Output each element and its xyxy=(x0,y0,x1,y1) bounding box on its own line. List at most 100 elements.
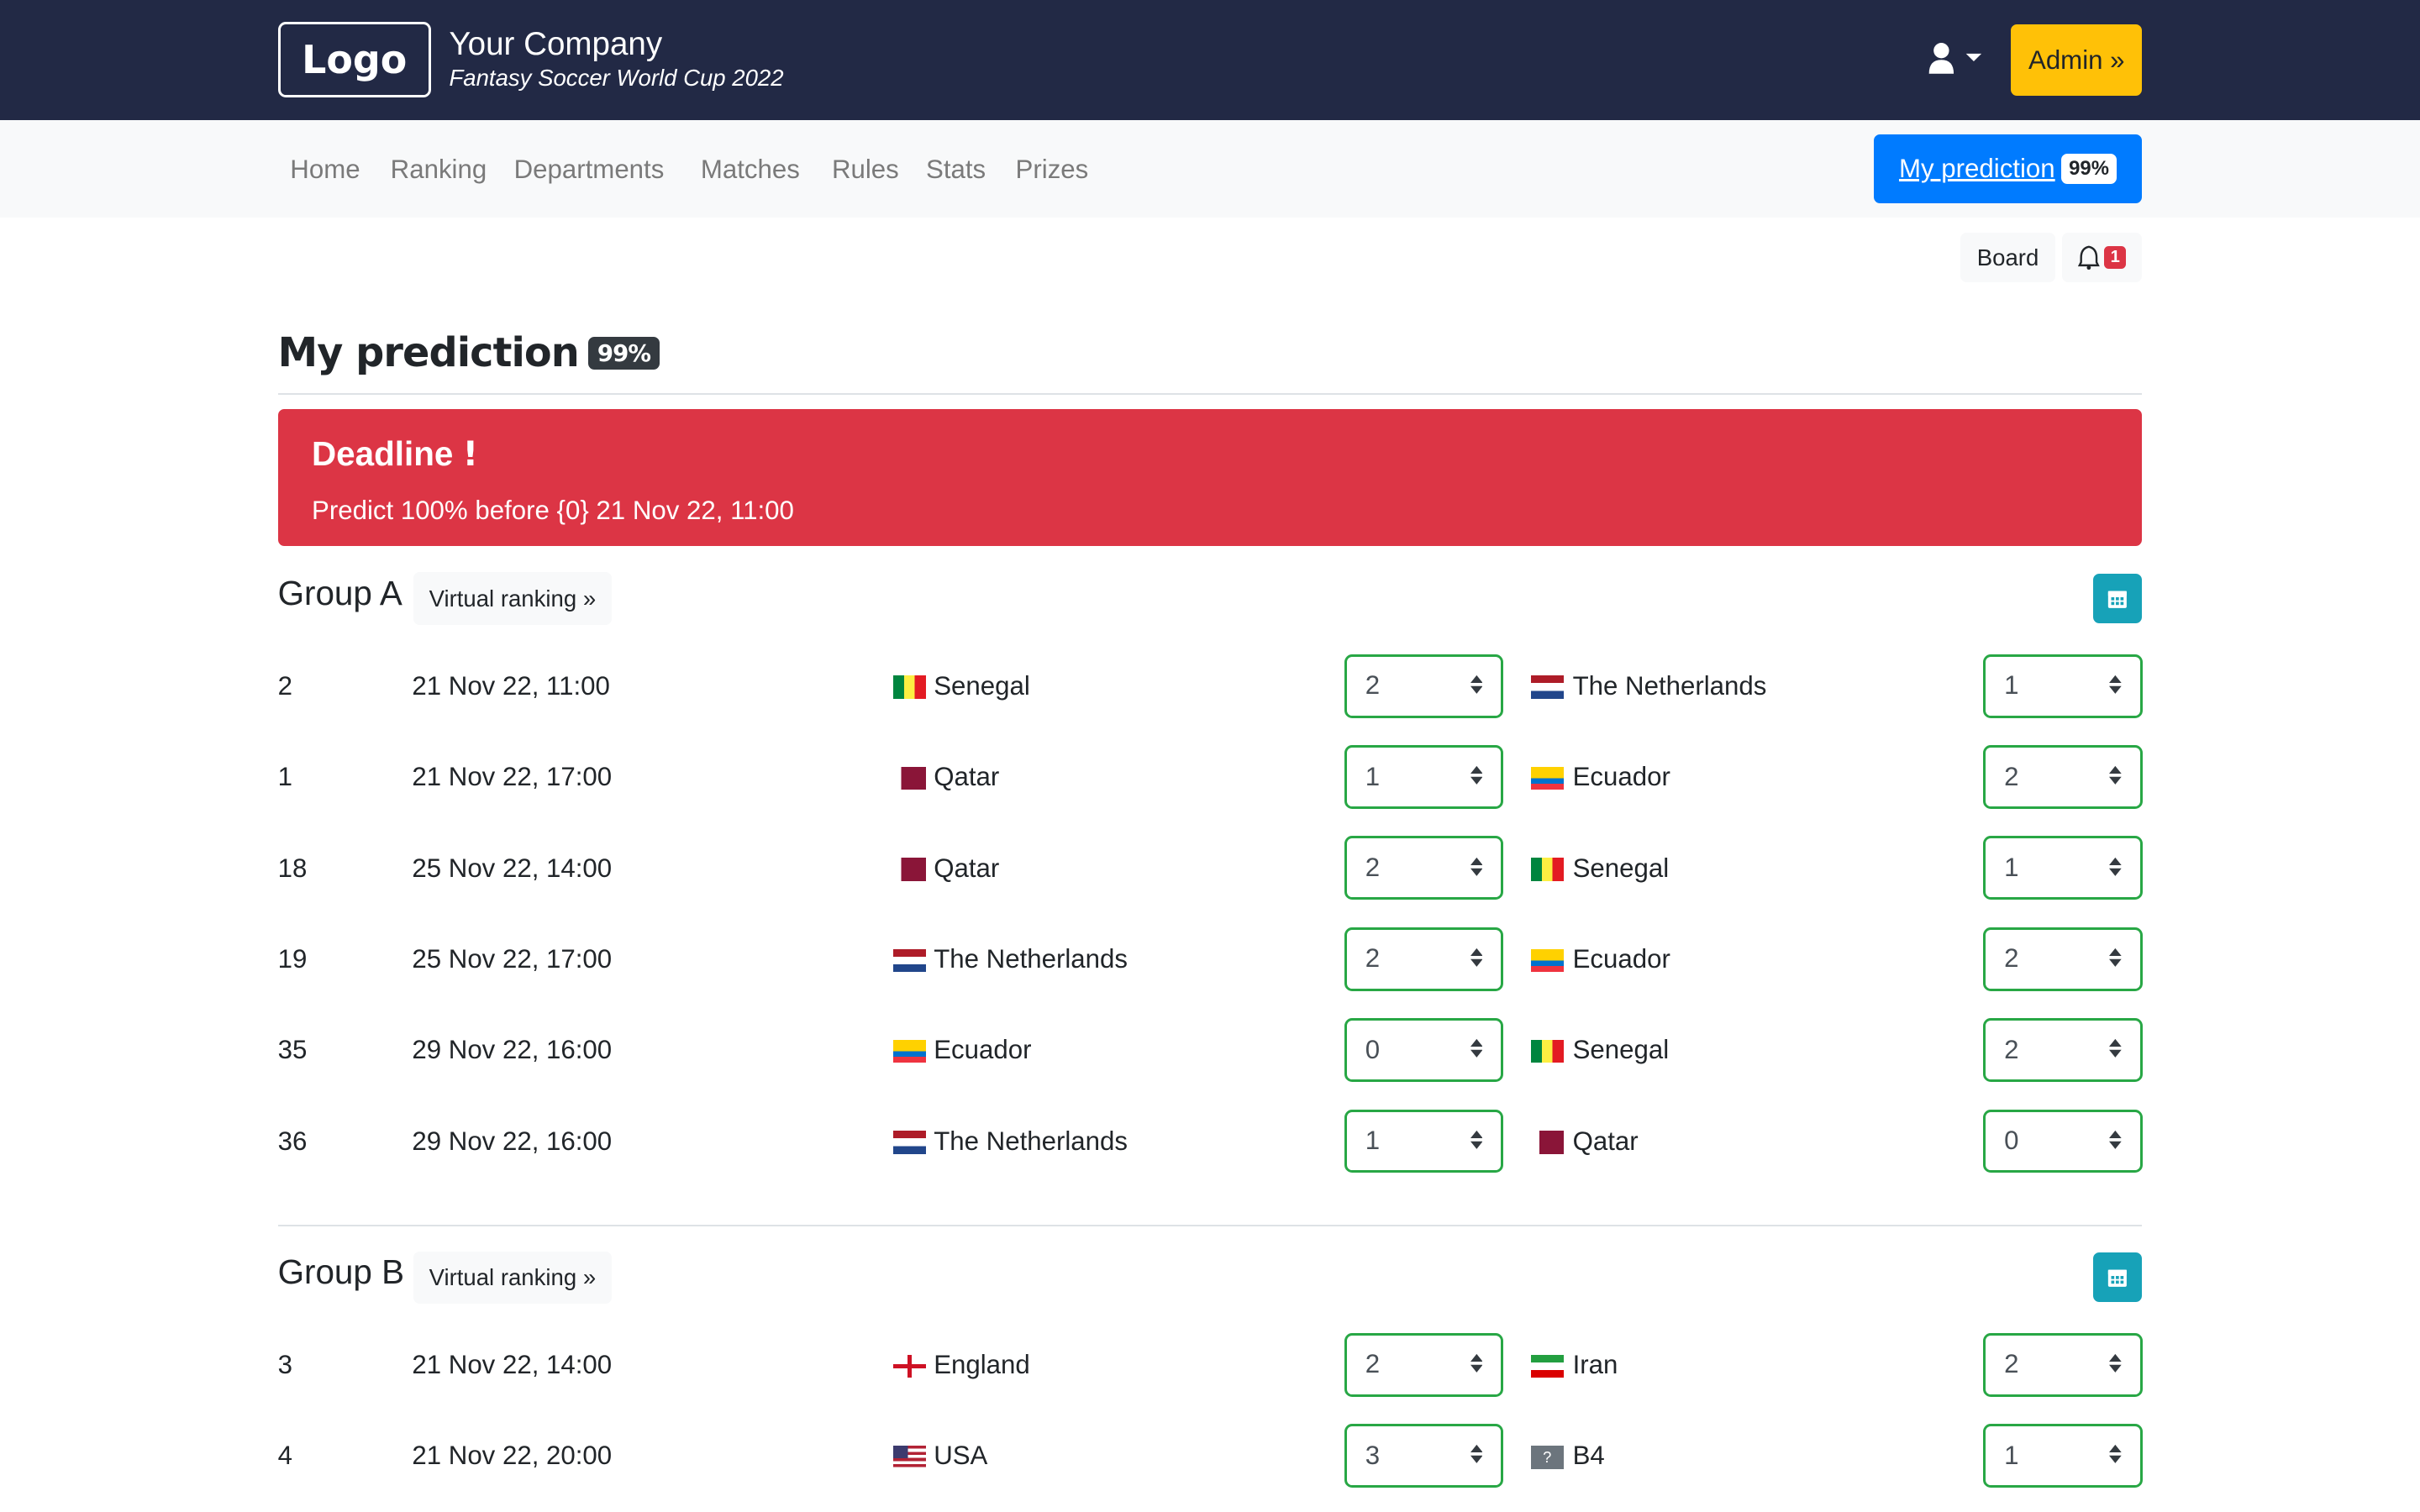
away-score-select[interactable]: 1 xyxy=(1983,836,2143,900)
match-number: 3 xyxy=(277,1350,292,1380)
flag-qat-icon xyxy=(893,766,926,790)
match-date: 25 Nov 22, 14:00 xyxy=(412,853,613,883)
match-date: 21 Nov 22, 14:00 xyxy=(412,1350,613,1380)
nav-stats[interactable]: Stats xyxy=(926,155,986,185)
home-score-select[interactable]: 2 xyxy=(1344,654,1504,718)
select-arrows-icon xyxy=(1470,1445,1483,1464)
notifications-button[interactable]: 1 xyxy=(2061,233,2143,283)
match-date: 21 Nov 22, 11:00 xyxy=(412,670,610,701)
nav-rules[interactable]: Rules xyxy=(832,155,899,185)
virtual-ranking-button[interactable]: Virtual ranking » xyxy=(413,572,612,625)
home-score-select[interactable]: 0 xyxy=(1344,1018,1504,1082)
select-arrows-icon xyxy=(1470,766,1483,785)
my-prediction-label: My prediction xyxy=(1898,154,2055,184)
home-team: Qatar xyxy=(934,762,1000,792)
user-menu-button[interactable] xyxy=(1926,43,1987,76)
home-team: Ecuador xyxy=(934,1035,1032,1065)
home-team: Senegal xyxy=(934,670,1030,701)
select-arrows-icon xyxy=(2109,857,2122,876)
home-score-select[interactable]: 1 xyxy=(1344,1109,1504,1173)
home-score-select[interactable]: 1 xyxy=(1344,745,1504,809)
away-score-value: 1 xyxy=(2004,670,2019,701)
home-score-value: 2 xyxy=(1365,670,1381,701)
away-score-value: 1 xyxy=(2004,1440,2019,1470)
group-divider xyxy=(277,1225,2143,1227)
calendar-button[interactable] xyxy=(2092,1252,2143,1303)
match-row: 36 29 Nov 22, 16:00 The Netherlands 1 Qa… xyxy=(277,1109,2143,1174)
match-row: 4 21 Nov 22, 20:00 USA 3 ? B4 1 xyxy=(278,1424,2143,1488)
flag-sen-icon xyxy=(893,675,926,699)
nav-ranking[interactable]: Ranking xyxy=(391,155,487,185)
progress-badge: 99% xyxy=(2060,154,2118,184)
match-number: 18 xyxy=(277,853,308,883)
home-team: Qatar xyxy=(934,853,1000,883)
match-number: 35 xyxy=(277,1035,308,1065)
match-number: 1 xyxy=(277,762,292,792)
select-arrows-icon xyxy=(2109,1353,2122,1373)
select-arrows-icon xyxy=(2109,1039,2122,1058)
flag-sen-icon xyxy=(1530,1039,1564,1063)
away-score-select[interactable]: 1 xyxy=(1983,654,2143,718)
away-team: Qatar xyxy=(1572,1126,1639,1156)
logo[interactable]: Logo xyxy=(277,21,431,98)
flag-unknown-icon: ? xyxy=(1530,1445,1564,1469)
select-arrows-icon xyxy=(2109,675,2122,694)
select-arrows-icon xyxy=(2109,766,2122,785)
board-button[interactable]: Board xyxy=(1960,233,2056,283)
away-score-select[interactable]: 1 xyxy=(1983,1424,2143,1488)
match-date: 25 Nov 22, 17:00 xyxy=(412,944,613,974)
alert-text: Predict 100% before {0} 21 Nov 22, 11:00 xyxy=(312,495,794,525)
flag-eng-icon xyxy=(893,1354,926,1378)
nav-home[interactable]: Home xyxy=(290,155,360,185)
nav-departments[interactable]: Departments xyxy=(514,155,665,185)
calendar-icon xyxy=(2107,1269,2127,1287)
flag-ecu-icon xyxy=(893,1039,926,1063)
select-arrows-icon xyxy=(1470,948,1483,967)
select-arrows-icon xyxy=(1470,1130,1483,1149)
calendar-button[interactable] xyxy=(2092,574,2143,624)
home-team: USA xyxy=(934,1441,988,1471)
nav-prizes[interactable]: Prizes xyxy=(1016,155,1089,185)
away-score-value: 1 xyxy=(2004,853,2019,882)
home-score-value: 1 xyxy=(1365,761,1381,791)
away-score-select[interactable]: 2 xyxy=(1983,1018,2143,1082)
my-prediction-button[interactable]: My prediction 99% xyxy=(1873,134,2143,204)
home-score-select[interactable]: 3 xyxy=(1344,1424,1504,1488)
nav-matches[interactable]: Matches xyxy=(701,155,800,185)
away-score-select[interactable]: 2 xyxy=(1983,1332,2143,1397)
home-score-select[interactable]: 2 xyxy=(1344,1332,1504,1397)
away-score-value: 2 xyxy=(2004,943,2019,974)
divider xyxy=(277,393,2143,396)
page-progress-badge: 99% xyxy=(587,336,660,370)
home-score-value: 0 xyxy=(1365,1034,1381,1064)
group-title: Group A xyxy=(277,574,402,613)
home-score-select[interactable]: 2 xyxy=(1344,836,1504,900)
match-date: 21 Nov 22, 17:00 xyxy=(412,762,613,792)
flag-ned-icon xyxy=(893,948,926,973)
away-score-select[interactable]: 2 xyxy=(1983,745,2143,809)
top-header: Logo Your Company Fantasy Soccer World C… xyxy=(0,0,2420,121)
match-date: 21 Nov 22, 20:00 xyxy=(412,1441,613,1471)
home-team: England xyxy=(934,1350,1030,1380)
match-number: 36 xyxy=(277,1126,308,1156)
alert-heading-text: Deadline xyxy=(312,434,454,474)
home-score-value: 1 xyxy=(1365,1126,1381,1156)
virtual-ranking-button[interactable]: Virtual ranking » xyxy=(413,1251,612,1304)
away-team: Senegal xyxy=(1572,853,1670,883)
match-row: 1 21 Nov 22, 17:00 Qatar 1 Ecuador 2 xyxy=(278,745,2143,810)
page-title-text: My prediction xyxy=(277,330,580,377)
home-score-select[interactable]: 2 xyxy=(1344,927,1504,991)
match-row: 3 21 Nov 22, 14:00 England 2 Iran 2 xyxy=(277,1332,2143,1398)
away-score-value: 2 xyxy=(2004,1349,2019,1379)
admin-button[interactable]: Admin » xyxy=(2011,24,2143,96)
flag-ned-icon xyxy=(893,1131,926,1154)
away-score-value: 2 xyxy=(2004,1034,2019,1064)
flag-ned-icon xyxy=(1530,675,1564,699)
notification-count: 1 xyxy=(2104,246,2127,270)
select-arrows-icon xyxy=(1470,675,1483,694)
away-score-select[interactable]: 2 xyxy=(1983,927,2143,991)
alert-heading: Deadline ! xyxy=(312,433,478,474)
flag-qat-icon xyxy=(1530,1131,1564,1154)
match-row: 19 25 Nov 22, 17:00 The Netherlands 2 Ec… xyxy=(278,927,2143,992)
away-score-select[interactable]: 0 xyxy=(1983,1109,2143,1173)
